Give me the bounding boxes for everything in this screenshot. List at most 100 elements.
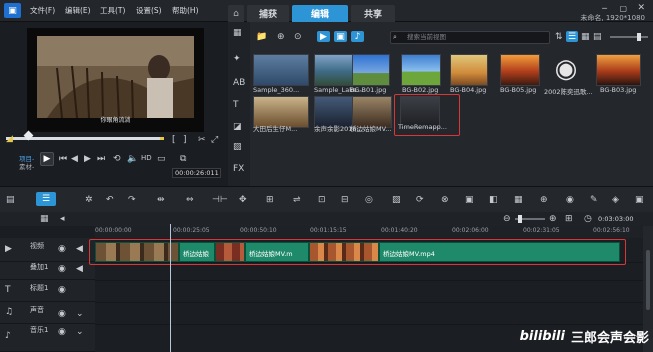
enlarge-icon[interactable]: ⤢ [211, 135, 218, 145]
show-video-icon[interactable]: ▶ [317, 31, 330, 42]
link-icon[interactable]: ⊡ [318, 195, 326, 205]
thumb-size-handle[interactable] [637, 33, 641, 41]
zoom-handle[interactable] [518, 215, 522, 223]
sort-icon[interactable]: ⇅ [555, 32, 563, 42]
split-clip-icon[interactable]: ✂ [198, 135, 206, 145]
multicam-icon[interactable]: ⊟ [341, 195, 349, 205]
import-media-icon[interactable]: ⊕ [277, 32, 285, 42]
home-icon[interactable]: ⏮ [59, 154, 67, 164]
end-icon[interactable]: ⏭ [97, 154, 105, 164]
play-icon[interactable]: ▶ [40, 152, 54, 166]
tools-icon[interactable]: ✲ [85, 195, 93, 205]
record-icon[interactable]: ◎ [365, 195, 373, 205]
maximize-icon[interactable]: ▢ [619, 4, 627, 13]
menu-file[interactable]: 文件(F) [30, 5, 55, 16]
paint-icon[interactable]: ✎ [590, 195, 598, 205]
undo-icon[interactable]: ↶ [106, 195, 114, 205]
hd-preview-icon[interactable]: HD [141, 154, 152, 162]
split-icon[interactable]: ⇹ [157, 195, 165, 205]
subtitle-tool-icon[interactable]: ▦ [514, 195, 523, 205]
ripple-icon[interactable]: ⇔ [186, 195, 194, 205]
transition-tool-icon[interactable]: ⇌ [293, 195, 301, 205]
title-icon[interactable]: T [233, 100, 239, 110]
track-visible-icon[interactable]: ◉ [58, 264, 66, 274]
storyboard-view-icon[interactable]: ▤ [6, 195, 15, 205]
menu-help[interactable]: 帮助(H) [172, 5, 199, 16]
track-visible-icon[interactable]: ◉ [58, 327, 66, 337]
menu-settings[interactable]: 设置(S) [136, 5, 162, 16]
timecode-display[interactable]: 00:00:26:011 [172, 168, 221, 178]
tab-capture[interactable]: 捕获 [247, 5, 289, 22]
aspect-icon[interactable]: ▭ [157, 154, 166, 164]
fx-icon[interactable]: FX [233, 164, 244, 174]
import-folder-icon[interactable]: 📁 [256, 32, 267, 42]
trim-icon[interactable]: ⊣⊢ [212, 195, 228, 205]
fit-project-icon[interactable]: ⊞ [565, 214, 573, 224]
move-icon[interactable]: ✥ [239, 195, 247, 205]
mark-in-icon[interactable]: ◢ [6, 134, 13, 144]
home-tab-icon[interactable]: ⌂ [228, 5, 244, 22]
time-ruler[interactable]: 00:00:00:00 00:00:25:05 00:00:50:10 00:0… [95, 226, 643, 238]
mark-out-bracket-icon[interactable]: ] [183, 135, 187, 145]
zoom-in-icon[interactable]: ⊕ [549, 214, 557, 224]
list-view-icon[interactable]: ☰ [566, 31, 578, 42]
track-visible-icon[interactable]: ◉ [58, 285, 66, 295]
thumb-bg-b04[interactable] [450, 54, 488, 86]
thumb-size-slider[interactable] [610, 36, 648, 38]
track-visible-icon[interactable]: ◉ [58, 244, 66, 254]
close-icon[interactable]: ✕ [637, 3, 645, 13]
tab-share[interactable]: 共享 [351, 5, 395, 22]
capture-icon[interactable]: ⊙ [294, 32, 302, 42]
track-manager-icon[interactable]: ▦ [40, 214, 49, 224]
pan-zoom-icon[interactable]: ⊕ [540, 195, 548, 205]
thumb-label: BG-B03.jpg [600, 86, 637, 94]
transition-icon[interactable]: AB [233, 78, 245, 88]
audio-disc-icon[interactable]: ◉ [546, 52, 586, 86]
next-frame-icon[interactable]: ▶ [84, 154, 91, 164]
thumb-bg-b03[interactable] [596, 54, 641, 86]
chroma-icon[interactable]: ▣ [465, 195, 474, 205]
copy-icon[interactable]: ⧉ [180, 154, 186, 164]
menu-tools[interactable]: 工具(T) [100, 5, 125, 16]
media-icon[interactable]: ▦ [233, 28, 242, 38]
thumb-bg-b01[interactable] [352, 54, 390, 86]
redo-icon[interactable]: ↷ [128, 195, 136, 205]
graphics-icon[interactable]: ◪ [233, 122, 242, 132]
thumb-bg-b02[interactable] [401, 54, 441, 86]
show-photo-icon[interactable]: ▣ [334, 31, 347, 42]
minimize-icon[interactable]: ─ [602, 4, 607, 13]
mark-in-bracket-icon[interactable]: [ [172, 135, 176, 145]
thumb-bg-b05[interactable] [500, 54, 540, 86]
track-audio-icon[interactable]: ◀ [76, 264, 83, 274]
instant-project-icon[interactable]: ✦ [233, 54, 241, 64]
color-icon[interactable]: ◉ [566, 195, 574, 205]
volume-icon[interactable]: 🔈 [127, 154, 138, 164]
motion-icon[interactable]: ⊗ [441, 195, 449, 205]
stabilize-icon[interactable]: ◈ [612, 195, 619, 205]
audio-mix-icon[interactable]: ◧ [489, 195, 498, 205]
menu-edit[interactable]: 编辑(E) [65, 5, 91, 16]
timeline-view-icon[interactable]: ☰ [36, 192, 56, 206]
search-input[interactable]: 搜索当前视图 [390, 31, 550, 44]
details-view-icon[interactable]: ▤ [593, 32, 602, 42]
tab-edit[interactable]: 编辑 [292, 5, 348, 22]
zoom-out-icon[interactable]: ⊖ [503, 214, 511, 224]
grid-view-icon[interactable]: ▦ [581, 32, 590, 42]
scroll-thumb[interactable] [646, 250, 650, 310]
playhead[interactable] [170, 224, 171, 352]
chapter-icon[interactable]: ◂ [60, 214, 65, 224]
repeat-icon[interactable]: ⟲ [113, 154, 121, 164]
speed-icon[interactable]: ⟳ [416, 195, 424, 205]
snap-icon[interactable]: ⊞ [266, 195, 274, 205]
prev-frame-icon[interactable]: ◀ [71, 154, 78, 164]
more-tools-icon[interactable]: ▣ [635, 195, 644, 205]
track-audio-icon[interactable]: ◀ [76, 244, 83, 254]
track-expand-icon[interactable]: ⌄ [76, 309, 84, 319]
track-visible-icon[interactable]: ◉ [58, 309, 66, 319]
mode-clip[interactable]: 素材- [19, 161, 34, 171]
mask-icon[interactable]: ▨ [392, 195, 401, 205]
filter-icon[interactable]: ▨ [233, 142, 242, 152]
track-expand-icon[interactable]: ⌄ [76, 327, 84, 337]
show-audio-icon[interactable]: ♪ [351, 31, 364, 42]
thumb-sample-360[interactable] [253, 54, 309, 86]
